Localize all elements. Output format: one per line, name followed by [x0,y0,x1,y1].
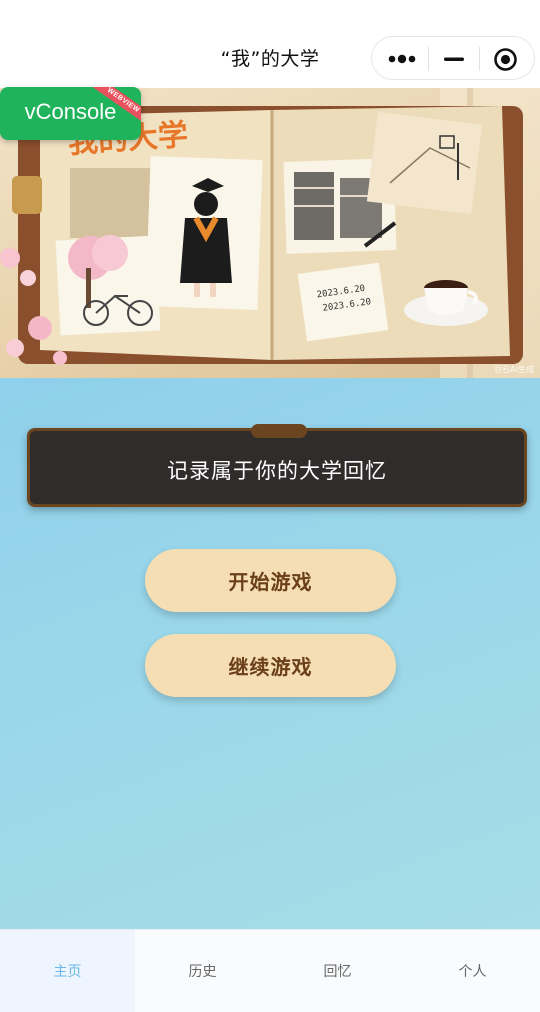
slogan-text: 记录属于你的大学回忆 [167,459,387,483]
capsule-divider [428,47,429,71]
vconsole-label: vConsole [24,99,117,124]
more-dots-icon[interactable] [387,50,417,68]
continue-game-button[interactable]: 继续游戏 [145,634,396,697]
start-game-button[interactable]: 开始游戏 [145,549,396,612]
top-nav-bar: “我”的大学 [0,0,540,88]
board-handle [251,424,307,438]
target-close-icon[interactable] [493,47,518,72]
tab-memories[interactable]: 回忆 [270,930,405,1012]
capsule-divider [479,47,480,71]
tab-history[interactable]: 历史 [135,930,270,1012]
bottom-tab-bar: 主页 历史 回忆 个人 [0,929,540,1012]
tab-home[interactable]: 主页 [0,930,135,1012]
vconsole-button[interactable]: WEBVIEW vConsole [0,87,141,140]
mini-program-capsule [371,36,535,80]
main-content: 记录属于你的大学回忆 开始游戏 继续游戏 [0,378,540,929]
ai-credit-label: 豆包AI生成 [494,365,534,374]
tab-profile[interactable]: 个人 [405,930,540,1012]
slogan-board: 记录属于你的大学回忆 [27,424,527,507]
minimize-icon[interactable] [443,50,465,68]
